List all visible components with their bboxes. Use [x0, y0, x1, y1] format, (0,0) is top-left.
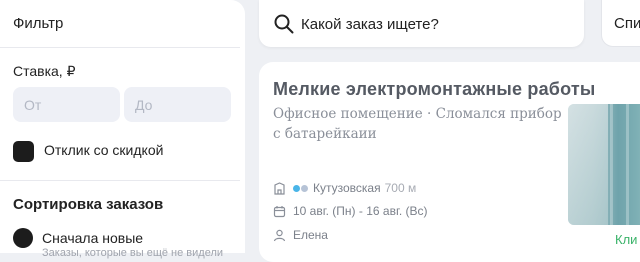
- rate-to-input[interactable]: [124, 87, 231, 122]
- dates-row: 10 авг. (Пн) - 16 авг. (Вс): [273, 204, 428, 218]
- sort-newest-label[interactable]: Сначала новые: [42, 230, 143, 246]
- list-view-button[interactable]: Спи: [601, 0, 640, 47]
- order-photo[interactable]: [568, 104, 640, 225]
- order-author: Елена: [293, 228, 328, 242]
- metro-distance: 700 м: [384, 181, 417, 195]
- order-dates: 10 авг. (Пн) - 16 авг. (Вс): [293, 204, 428, 218]
- order-title[interactable]: Мелкие электромонтажные работы: [273, 79, 595, 100]
- divider: [0, 180, 240, 181]
- user-icon: [273, 229, 286, 241]
- discount-label: Отклик со скидкой: [44, 142, 164, 158]
- author-row: Елена: [273, 228, 328, 242]
- divider: [0, 47, 240, 48]
- sort-newest-hint: Заказы, которые вы ещё не видели: [42, 247, 224, 259]
- rate-from-input[interactable]: [13, 87, 120, 122]
- search-box[interactable]: [259, 0, 584, 47]
- calendar-icon: [273, 205, 286, 217]
- building-icon: [274, 181, 285, 195]
- order-description: Офисное помещение · Сломался прибор с ба…: [273, 106, 562, 142]
- discount-checkbox[interactable]: [13, 141, 34, 162]
- sort-newest-radio[interactable]: [13, 228, 33, 248]
- search-input[interactable]: [301, 12, 571, 36]
- rate-label: Ставка, ₽: [13, 63, 76, 79]
- metro-line-icon: [293, 184, 309, 192]
- search-icon: [274, 14, 294, 34]
- filter-panel: Фильтр Ставка, ₽ Отклик со скидкой Сорти…: [0, 0, 245, 259]
- sort-title: Сортировка заказов: [13, 196, 164, 213]
- metro-station: Кутузовская: [313, 181, 381, 195]
- order-card[interactable]: Мелкие электромонтажные работы Офисное п…: [259, 62, 640, 262]
- filter-title: Фильтр: [13, 15, 64, 32]
- metro-row: Кутузовская 700 м: [273, 181, 416, 195]
- list-view-label: Спи: [614, 15, 640, 32]
- respond-button[interactable]: Кли: [615, 232, 637, 247]
